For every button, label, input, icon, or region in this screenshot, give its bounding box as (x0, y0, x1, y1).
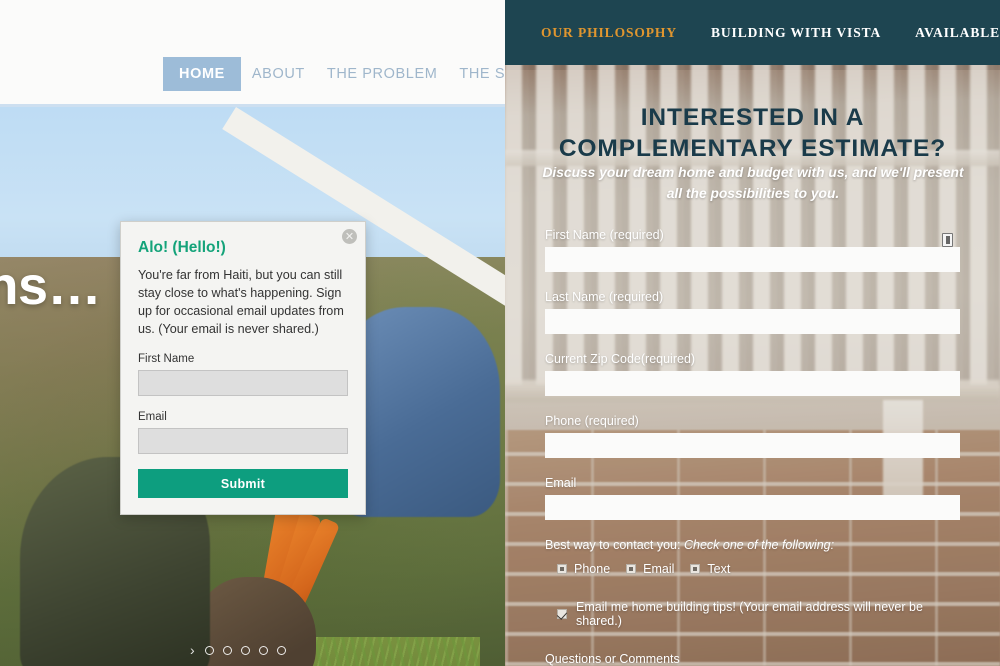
page-title: INTERESTED IN A COMPLEMENTARY ESTIMATE? (505, 102, 1000, 165)
last-name-input[interactable] (545, 309, 960, 334)
nav-item-the-problem[interactable]: THE PROBLEM (316, 58, 449, 90)
checkbox-icon[interactable] (557, 564, 567, 574)
popup-email-input[interactable] (138, 428, 348, 454)
nav-item-building-with-vista[interactable]: BUILDING WITH VISTA (711, 25, 881, 41)
contact-option-text-label: Text (707, 562, 731, 576)
hero-title: ans… (0, 256, 102, 316)
newsletter-optin-label: Email me home building tips! (Your email… (576, 600, 923, 628)
left-site-navigation: HOME ABOUT THE PROBLEM THE SOL (0, 56, 505, 92)
last-name-field-group: Last Name (required) (545, 290, 960, 334)
contact-option-email[interactable]: Email (626, 562, 674, 576)
email-input[interactable] (545, 495, 960, 520)
contact-option-phone-label: Phone (574, 562, 611, 576)
nav-item-the-solution[interactable]: THE SOL (448, 58, 505, 90)
checkbox-icon[interactable] (626, 564, 637, 574)
estimate-request-form: First Name (required) Last Name (require… (545, 228, 960, 666)
nav-item-about[interactable]: ABOUT (241, 58, 316, 90)
first-name-label: First Name (required) (545, 228, 664, 242)
contact-prompt-plain: Best way to contact you: (545, 538, 681, 552)
zip-code-field-group: Current Zip Code(required) (545, 352, 960, 396)
contact-preference-options: Phone Email Text (545, 562, 960, 576)
nav-item-available-homes[interactable]: AVAILABLE HOMES (915, 25, 1000, 41)
checkmark-icon[interactable] (557, 609, 567, 619)
email-signup-popup: ✕ Alo! (Hello!) You're far from Haiti, b… (120, 221, 366, 515)
first-name-field-group: First Name (required) (545, 228, 960, 272)
popup-first-name-input[interactable] (138, 370, 348, 396)
left-site-header: HOME ABOUT THE PROBLEM THE SOL (0, 0, 505, 107)
first-name-input[interactable] (545, 247, 960, 272)
carousel-dot[interactable] (240, 645, 250, 655)
contact-preference-prompt: Best way to contact you: Check one of th… (545, 538, 960, 552)
carousel-pagination[interactable]: › (190, 643, 286, 657)
carousel-dot[interactable] (222, 645, 232, 655)
contact-prompt-italic: Check one of the following: (683, 538, 835, 552)
email-label: Email (545, 476, 577, 490)
popup-title: Alo! (Hello!) (138, 239, 226, 256)
contact-option-email-label: Email (643, 562, 675, 576)
carousel-dot[interactable] (276, 645, 286, 655)
close-icon[interactable]: ✕ (342, 229, 357, 244)
page-subtitle: Discuss your dream home and budget with … (542, 165, 964, 201)
popup-submit-button[interactable]: Submit (138, 469, 348, 498)
nav-item-our-philosophy[interactable]: OUR PHILOSOPHY (541, 25, 677, 41)
popup-body-text: You're far from Haiti, but you can still… (138, 268, 344, 336)
last-name-label: Last Name (required) (545, 290, 664, 304)
page-title-line-2: COMPLEMENTARY ESTIMATE? (558, 135, 947, 163)
page-title-line-1: INTERESTED IN A (640, 104, 865, 131)
phone-label: Phone (required) (545, 414, 639, 428)
newsletter-optin-checkbox[interactable]: Email me home building tips! (Your email… (545, 600, 960, 628)
carousel-dot[interactable] (204, 645, 214, 655)
zip-code-label: Current Zip Code(required) (545, 352, 696, 366)
carousel-next-arrow-icon[interactable]: › (190, 643, 195, 657)
left-website-panel: ans… › HOME ABOUT THE PROBLEM THE SOL ✕ … (0, 0, 505, 666)
popup-email-label: Email (138, 411, 167, 423)
right-website-panel: OUR PHILOSOPHY BUILDING WITH VISTA AVAIL… (505, 0, 1000, 666)
phone-field-group: Phone (required) (545, 414, 960, 458)
phone-input[interactable] (545, 433, 960, 458)
popup-first-name-label: First Name (138, 353, 195, 365)
checkbox-icon[interactable] (690, 564, 701, 574)
contact-option-phone[interactable]: Phone (557, 562, 610, 576)
zip-code-input[interactable] (545, 371, 960, 396)
carousel-dot[interactable] (258, 645, 268, 655)
autofill-contact-icon[interactable] (942, 233, 953, 247)
comments-label: Questions or Comments (545, 652, 680, 666)
contact-option-text[interactable]: Text (690, 562, 730, 576)
email-field-group: Email (545, 476, 960, 520)
screenshot-stage: ans… › HOME ABOUT THE PROBLEM THE SOL ✕ … (0, 0, 1000, 666)
right-site-navigation: OUR PHILOSOPHY BUILDING WITH VISTA AVAIL… (505, 0, 1000, 65)
nav-item-home[interactable]: HOME (163, 57, 241, 91)
